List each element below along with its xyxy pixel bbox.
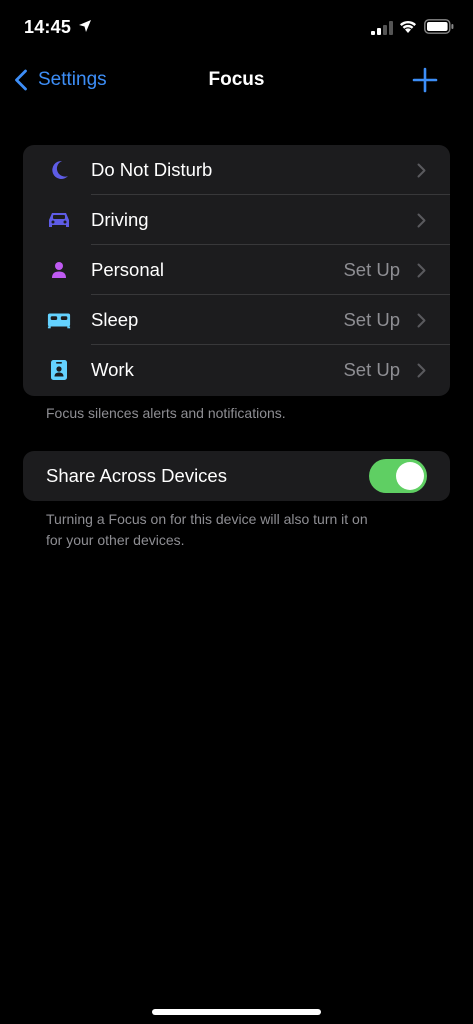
chevron-right-icon [417, 313, 426, 328]
id-badge-icon [47, 359, 71, 381]
chevron-right-icon [417, 213, 426, 228]
focus-list: Do Not Disturb Driving Personal Set Up S… [23, 145, 450, 396]
share-across-devices-row: Share Across Devices [23, 451, 450, 501]
add-icon[interactable] [410, 65, 440, 95]
status-bar: 14:45 [0, 0, 473, 54]
share-footer-line-1: Turning a Focus on for this device will … [46, 511, 368, 527]
focus-row-do-not-disturb[interactable]: Do Not Disturb [23, 145, 450, 195]
focus-row-label: Sleep [91, 309, 139, 330]
person-icon [47, 259, 71, 281]
focus-row-value: Set Up [343, 259, 400, 280]
wifi-icon [400, 20, 416, 33]
focus-row-value: Set Up [343, 359, 400, 380]
focus-row-label: Driving [91, 209, 149, 230]
chevron-right-icon [417, 163, 426, 178]
focus-row-value: Set Up [343, 309, 400, 330]
status-time: 14:45 [24, 17, 72, 37]
chevron-right-icon [417, 263, 426, 278]
focus-footer-text: Focus silences alerts and notifications. [46, 405, 286, 421]
share-across-devices-toggle[interactable] [369, 459, 427, 493]
cellular-signal-icon [371, 21, 393, 35]
chevron-right-icon [417, 363, 426, 378]
share-footer-text: Turning a Focus on for this device will … [46, 509, 368, 551]
home-indicator[interactable] [152, 1009, 321, 1015]
share-across-devices-label: Share Across Devices [46, 465, 227, 486]
car-icon [47, 209, 71, 231]
focus-row-driving[interactable]: Driving [23, 195, 450, 245]
focus-row-label: Personal [91, 259, 165, 280]
bed-icon [47, 309, 71, 331]
location-arrow-icon [79, 20, 91, 32]
battery-icon [424, 19, 454, 34]
focus-row-label: Work [91, 359, 134, 380]
share-footer-line-2: for your other devices. [46, 532, 185, 548]
focus-row-personal[interactable]: Personal Set Up [23, 245, 450, 295]
focus-row-label: Do Not Disturb [91, 159, 213, 180]
page-title: Focus [208, 69, 265, 90]
focus-row-sleep[interactable]: Sleep Set Up [23, 295, 450, 345]
toggle-knob [396, 462, 424, 490]
focus-row-work[interactable]: Work Set Up [23, 345, 450, 395]
moon-icon [47, 159, 71, 181]
